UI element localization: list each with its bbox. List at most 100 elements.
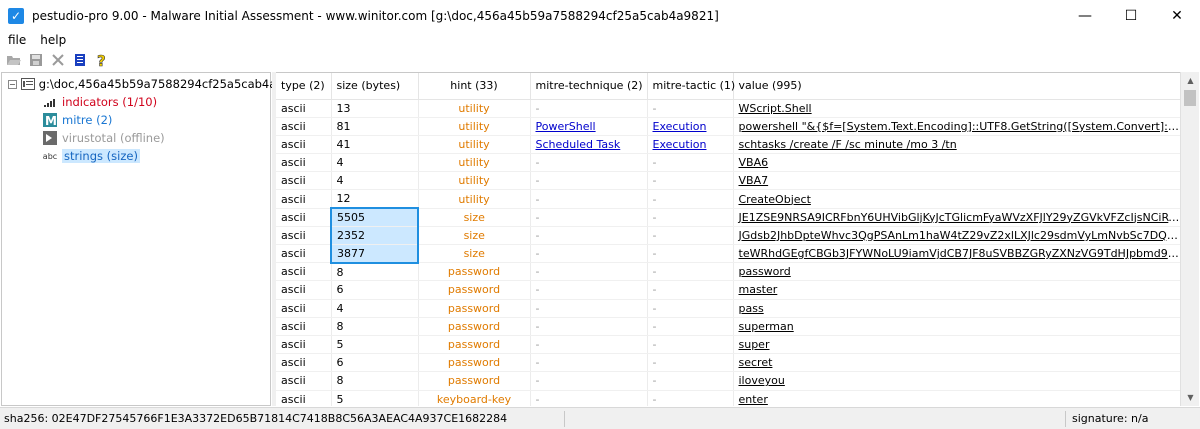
virustotal-icon [42, 131, 58, 145]
cell-size: 12 [331, 189, 419, 209]
cell-hint: utility [418, 135, 531, 155]
cell-hint: utility [418, 189, 531, 209]
table-row[interactable]: ascii 41 utility Scheduled Task Execution sch… [276, 135, 1180, 155]
cell-value: VBA7 [733, 171, 1180, 191]
cell-type: ascii [276, 208, 332, 227]
cell-mitre-tactic: - [647, 262, 734, 282]
title-bar: ✓ pestudio-pro 9.00 - Malware Initial As… [0, 0, 1200, 31]
mitre-technique-link[interactable]: PowerShell [536, 120, 596, 133]
cell-type: ascii [276, 390, 332, 406]
tree-item-virustotal[interactable]: virustotal (offline) [2, 129, 270, 147]
cell-hint: size [418, 244, 531, 264]
column-header-type[interactable]: type (2) [276, 73, 332, 100]
maximize-button[interactable]: ☐ [1108, 0, 1154, 31]
tree-item-label: indicators (1/10) [62, 95, 158, 109]
table-row[interactable]: ascii 5505 size - - JE1ZSE9NRSA9ICRFbnY6UHVib… [276, 207, 1180, 227]
table-row[interactable]: ascii 5 keyboard-key - - enter [276, 390, 1180, 406]
menu-bar: file help [0, 31, 1200, 49]
cell-hint: password [418, 299, 531, 318]
mitre-technique-link[interactable]: Scheduled Task [536, 138, 621, 151]
help-icon[interactable]: ? [92, 50, 112, 70]
tree-item-mitre[interactable]: M mitre (2) [2, 111, 270, 129]
menu-file[interactable]: file [8, 33, 26, 47]
cell-mitre-technique: - [530, 353, 648, 373]
column-header-size[interactable]: size (bytes) [331, 73, 419, 100]
vertical-scrollbar[interactable]: ▲ ▼ [1180, 72, 1199, 406]
table-header: type (2) size (bytes) hint (33) mitre-te… [276, 73, 1180, 100]
tree-root[interactable]: − g:\doc,456a45b59a7588294cf25a5cab4a982… [2, 75, 306, 93]
cell-type: ascii [276, 353, 332, 373]
cell-size: 81 [331, 117, 419, 136]
column-header-mitre-tactic[interactable]: mitre-tactic (1) [647, 73, 735, 100]
cell-mitre-tactic: - [647, 353, 734, 373]
table-row[interactable]: ascii 8 password - - password [276, 262, 1180, 282]
table-row[interactable]: ascii 6 password - - secret [276, 353, 1180, 373]
cell-type: ascii [276, 371, 332, 391]
cell-size: 5505 [330, 207, 419, 227]
menu-help[interactable]: help [40, 33, 66, 47]
table-row[interactable]: ascii 81 utility PowerShell Execution powersh… [276, 117, 1180, 136]
open-folder-icon[interactable] [4, 50, 24, 70]
scroll-thumb[interactable] [1184, 90, 1196, 106]
table-row[interactable]: ascii 4 password - - pass [276, 299, 1180, 318]
scroll-up-icon[interactable]: ▲ [1181, 72, 1200, 89]
delete-icon[interactable] [48, 50, 68, 70]
tree-root-label: g:\doc,456a45b59a7588294cf25a5cab4a9821 [38, 77, 306, 91]
cell-value: super [733, 335, 1180, 355]
cell-hint: utility [418, 117, 531, 136]
column-header-hint[interactable]: hint (33) [418, 73, 531, 100]
cell-size: 5 [331, 335, 419, 355]
cell-hint: password [418, 353, 531, 373]
cell-type: ascii [276, 189, 332, 209]
close-button[interactable]: ✕ [1154, 0, 1200, 31]
table-row[interactable]: ascii 8 password - - iloveyou [276, 371, 1180, 391]
cell-mitre-technique: - [530, 280, 648, 300]
tree-item-label: mitre (2) [62, 113, 113, 127]
cell-mitre-tactic: - [647, 153, 734, 173]
mitre-tactic-link[interactable]: Execution [653, 120, 707, 133]
table-row[interactable]: ascii 6 password - - master [276, 280, 1180, 300]
abc-icon: abc [42, 151, 58, 161]
cell-mitre-tactic: - [647, 299, 734, 318]
cell-value: enter [733, 390, 1180, 406]
cell-hint: password [418, 262, 531, 282]
cell-size: 3877 [330, 244, 419, 264]
cell-mitre-technique: - [530, 390, 648, 406]
save-icon[interactable] [26, 50, 46, 70]
tree-item-strings[interactable]: abc strings (size) [2, 147, 270, 165]
table-row[interactable]: ascii 13 utility - - WScript.Shell [276, 99, 1180, 118]
cell-value: CreateObject [733, 189, 1180, 209]
cell-mitre-tactic: - [647, 208, 734, 227]
strings-table: type (2) size (bytes) hint (33) mitre-te… [276, 72, 1180, 406]
cell-mitre-tactic: - [647, 99, 734, 118]
table-row[interactable]: ascii 12 utility - - CreateObject [276, 189, 1180, 209]
minimize-button[interactable]: — [1062, 0, 1108, 31]
cell-value: master [733, 280, 1180, 300]
table-row[interactable]: ascii 5 password - - super [276, 335, 1180, 355]
report-icon[interactable] [70, 50, 90, 70]
mitre-tactic-link[interactable]: Execution [653, 138, 707, 151]
cell-hint: password [418, 280, 531, 300]
cell-type: ascii [276, 99, 332, 118]
tree-item-indicators[interactable]: indicators (1/10) [2, 93, 270, 111]
table-row[interactable]: ascii 4 utility - - VBA7 [276, 171, 1180, 191]
column-header-mitre-technique[interactable]: mitre-technique (2) [530, 73, 648, 100]
cell-size: 6 [331, 353, 419, 373]
cell-type: ascii [276, 226, 332, 246]
cell-size: 13 [331, 99, 419, 118]
cell-value: password [733, 262, 1180, 282]
collapse-icon[interactable]: − [8, 79, 17, 89]
table-row[interactable]: ascii 3877 size - - teWRhdGEgfCBGb3JFYWNoLU9i… [276, 244, 1180, 264]
table-row[interactable]: ascii 2352 size - - JGdsb2JhbDpteWhvc3QgPSAnL… [276, 226, 1180, 246]
cell-value: VBA6 [733, 153, 1180, 173]
cell-mitre-technique: - [530, 371, 648, 391]
cell-size: 8 [331, 262, 419, 282]
cell-hint: keyboard-key [418, 390, 531, 406]
cell-mitre-technique: - [530, 317, 648, 336]
table-row[interactable]: ascii 8 password - - superman [276, 317, 1180, 336]
scroll-down-icon[interactable]: ▼ [1181, 389, 1200, 406]
table-row[interactable]: ascii 4 utility - - VBA6 [276, 153, 1180, 173]
navigation-tree: − g:\doc,456a45b59a7588294cf25a5cab4a982… [1, 72, 306, 406]
column-header-value[interactable]: value (995) [733, 73, 1180, 100]
cell-value: pass [733, 299, 1180, 318]
